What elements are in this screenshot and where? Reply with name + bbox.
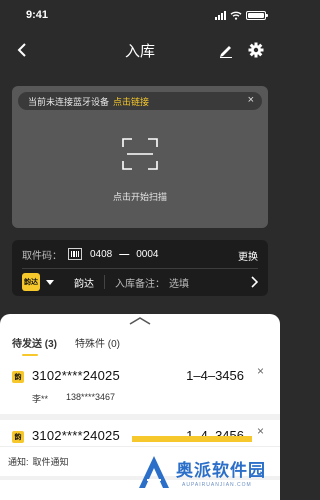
list-item[interactable]: 韵 3102****24025 1–4–3456 × 李** 138****34… xyxy=(0,360,280,420)
pencil-icon xyxy=(220,46,232,58)
parcel-info-card: 取件码： 0408 — 0004 更换 韵达 韵达 入库备注： 选填 xyxy=(12,240,268,296)
courier-row[interactable]: 韵达 韵达 入库备注： 选填 xyxy=(12,268,268,296)
bluetooth-connect-link[interactable]: 点击链接 xyxy=(113,95,149,108)
chevron-up-icon[interactable] xyxy=(128,316,152,326)
battery-icon xyxy=(246,10,268,20)
status-time: 9:41 xyxy=(26,9,49,21)
scan-frame-icon xyxy=(122,138,158,170)
remove-item-button[interactable]: × xyxy=(257,424,264,438)
settings-button[interactable] xyxy=(242,36,270,64)
back-button[interactable] xyxy=(8,36,36,64)
courier-badge: 韵 xyxy=(12,371,24,383)
tracking-number: 3102****24025 xyxy=(32,428,120,443)
pickup-code-label: 取件码： xyxy=(22,250,62,262)
change-code-button[interactable]: 更换 xyxy=(238,248,258,263)
caret-down-icon[interactable] xyxy=(46,279,54,285)
note-input[interactable]: 选填 xyxy=(169,275,189,290)
scan-start-label: 点击开始扫描 xyxy=(112,192,167,202)
note-label: 入库备注： xyxy=(115,278,165,290)
courier-badge: 韵 xyxy=(12,431,24,443)
tab-pending[interactable]: 待发送 (3) xyxy=(12,328,57,356)
recipient-name: 李** xyxy=(32,394,49,404)
bluetooth-banner-close-button[interactable]: × xyxy=(248,94,254,106)
notice-value[interactable]: 取件通知 xyxy=(33,455,69,468)
nav-bar: 入库 xyxy=(0,30,280,70)
chevron-left-icon xyxy=(17,43,26,57)
status-icons xyxy=(215,10,268,20)
signal-icon xyxy=(215,10,226,20)
tracking-number: 3102****24025 xyxy=(32,368,120,383)
watermark-subtext: AUPAIRUANJIAN.COM xyxy=(182,482,252,488)
gear-icon xyxy=(248,42,264,58)
courier-logo: 韵达 xyxy=(22,273,40,291)
accent-bar xyxy=(132,436,252,442)
chevron-right-icon[interactable] xyxy=(251,276,259,291)
wifi-icon xyxy=(230,11,242,20)
divider xyxy=(104,275,105,289)
shelf-code: 1–4–3456 xyxy=(186,368,244,383)
remove-item-button[interactable]: × xyxy=(257,364,264,378)
watermark-logo-icon xyxy=(139,456,169,488)
notice-label: 通知: xyxy=(8,457,29,467)
pickup-code-row: 取件码： 0408 — 0004 更换 xyxy=(12,240,268,268)
tabs: 待发送 (3) 特殊件 (0) xyxy=(0,328,280,356)
bluetooth-status-text: 当前未连接蓝牙设备 xyxy=(28,96,110,107)
status-bar: 9:41 xyxy=(0,0,280,30)
recipient-phone: 138****3467 xyxy=(66,392,116,402)
courier-name[interactable]: 韵达 xyxy=(74,275,94,290)
edit-button[interactable] xyxy=(212,36,240,64)
barcode-icon[interactable] xyxy=(68,248,82,260)
watermark: 奥派软件园 AUPAIRUANJIAN.COM xyxy=(136,452,276,498)
bluetooth-banner: 当前未连接蓝牙设备 点击链接 × xyxy=(18,92,262,110)
tab-special[interactable]: 特殊件 (0) xyxy=(75,328,120,356)
pickup-code-number[interactable]: 0004 xyxy=(136,249,158,260)
watermark-text: 奥派软件园 xyxy=(176,461,266,480)
scan-area[interactable]: 当前未连接蓝牙设备 点击链接 × 点击开始扫描 xyxy=(12,86,268,228)
pickup-code-dash: — xyxy=(119,248,130,260)
pickup-code-shelf[interactable]: 0408 xyxy=(90,249,112,260)
